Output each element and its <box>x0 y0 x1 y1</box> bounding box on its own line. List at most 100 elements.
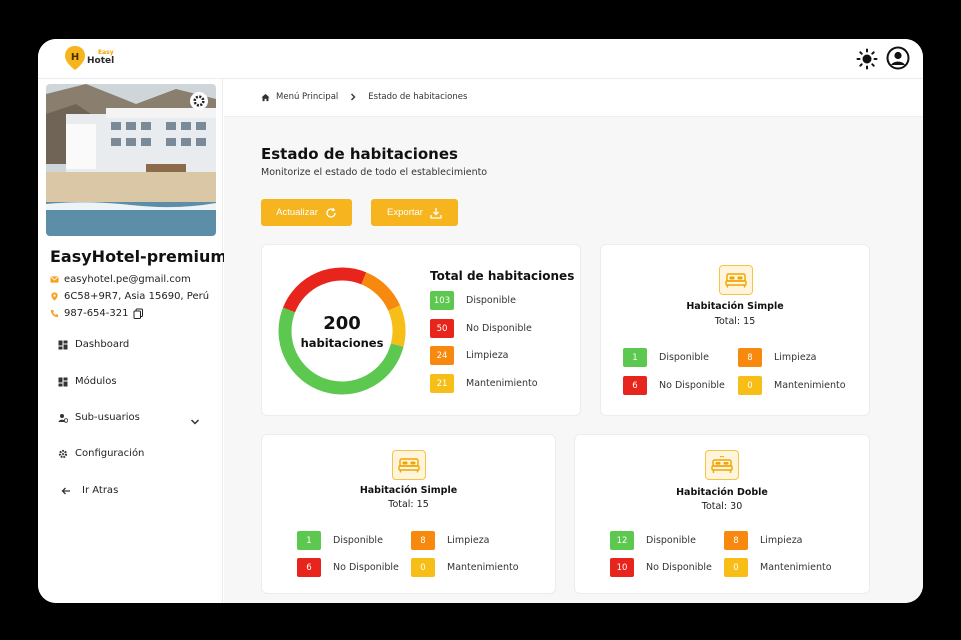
sidebar-item-ir-atras[interactable]: Ir Atras <box>61 485 118 496</box>
room-available-row: 1 Disponible <box>623 348 709 367</box>
available-count-badge: 1 <box>297 531 321 550</box>
status-label: Disponible <box>659 352 709 363</box>
unavailable-count-badge: 50 <box>430 319 454 338</box>
total-rooms-value: 200 <box>323 312 361 334</box>
sidebar-item-label: Ir Atras <box>82 485 119 496</box>
address-text: 6C58+9R7, Asia 15690, Perú <box>64 291 210 302</box>
breadcrumb-home[interactable]: Menú Principal <box>276 92 338 102</box>
room-title: Habitación Simple <box>686 301 784 312</box>
room-title: Habitación Doble <box>676 487 768 498</box>
logo[interactable]: H Easy Hotel <box>64 45 116 73</box>
theme-toggle-sun-icon[interactable] <box>856 48 878 70</box>
dashboard-icon <box>58 340 68 349</box>
sidebar-item-label: Dashboard <box>75 339 130 350</box>
phone-text: 987-654-321 <box>64 308 129 319</box>
status-label: No Disponible <box>646 562 712 573</box>
logo-small-text: Easy <box>98 49 114 56</box>
status-label: Mantenimiento <box>774 380 846 391</box>
hotel-name: EasyHotel-premium <box>50 247 228 266</box>
top-bar: H Easy Hotel <box>38 39 923 79</box>
email-row: easyhotel.pe@gmail.com <box>50 274 191 285</box>
logo-text: Hotel <box>87 56 115 66</box>
summary-row-label: No Disponible <box>466 323 532 334</box>
room-title: Habitación Simple <box>359 485 458 496</box>
sidebar-item-label: Sub-usuarios <box>75 412 140 423</box>
logo-pin-icon: H <box>65 46 85 70</box>
sidebar-item-dashboard[interactable]: Dashboard <box>58 339 129 350</box>
bed-icon <box>392 450 426 480</box>
email-text: easyhotel.pe@gmail.com <box>64 274 191 285</box>
maintenance-count-badge: 0 <box>411 558 435 577</box>
unavailable-count-badge: 6 <box>623 376 647 395</box>
cleaning-count-badge: 8 <box>738 348 762 367</box>
home-icon <box>261 93 270 101</box>
status-label: Disponible <box>333 535 383 546</box>
refresh-button[interactable]: Actualizar <box>261 199 352 226</box>
sidebar-item-sub-usuarios[interactable]: Sub-usuarios <box>58 412 140 423</box>
room-maintenance-row: 0 Mantenimiento <box>724 558 832 577</box>
hotel-photo <box>46 84 216 236</box>
sidebar: EasyHotel-premium easyhotel.pe@gmail.com… <box>38 79 227 603</box>
summary-row-unavailable: 50 No Disponible <box>430 319 532 338</box>
phone-icon <box>50 309 59 318</box>
export-button[interactable]: Exportar <box>371 199 458 226</box>
room-unavailable-row: 10 No Disponible <box>610 558 712 577</box>
photo-settings-gear-icon[interactable] <box>190 92 208 110</box>
double-bed-icon <box>705 450 739 480</box>
status-label: Limpieza <box>774 352 817 363</box>
refresh-icon <box>326 207 336 218</box>
status-donut-chart: 200 habitaciones <box>276 265 408 397</box>
summary-row-label: Limpieza <box>466 350 509 361</box>
status-label: No Disponible <box>659 380 725 391</box>
available-count-badge: 103 <box>430 291 454 310</box>
summary-title: Total de habitaciones <box>430 269 575 283</box>
gear-icon <box>58 449 68 458</box>
room-available-row: 1 Disponible <box>297 531 383 550</box>
room-total: Total: 30 <box>701 501 743 512</box>
sidebar-item-label: Configuración <box>75 448 145 459</box>
maintenance-count-badge: 0 <box>738 376 762 395</box>
address-row: 6C58+9R7, Asia 15690, Perú <box>50 291 209 302</box>
users-icon <box>58 413 68 423</box>
status-label: Mantenimiento <box>447 562 519 573</box>
breadcrumb-current: Estado de habitaciones <box>368 92 468 102</box>
available-count-badge: 1 <box>623 348 647 367</box>
summary-row-label: Mantenimiento <box>466 378 538 389</box>
summary-card: 200 habitaciones Total de habitaciones 1… <box>261 244 581 416</box>
room-card[interactable]: Habitación Simple Total: 15 1 Disponible… <box>261 434 556 594</box>
room-cleaning-row: 8 Limpieza <box>738 348 817 367</box>
user-account-icon[interactable] <box>886 46 910 70</box>
unavailable-count-badge: 6 <box>297 558 321 577</box>
room-card[interactable]: Habitación Simple Total: 15 1 Disponible… <box>600 244 870 416</box>
room-cleaning-row: 8 Limpieza <box>724 531 803 550</box>
mail-icon <box>50 276 59 283</box>
room-total: Total: 15 <box>388 499 429 510</box>
maintenance-count-badge: 0 <box>724 558 748 577</box>
copy-icon[interactable] <box>133 308 144 319</box>
status-label: Limpieza <box>447 535 490 546</box>
refresh-button-label: Actualizar <box>276 207 318 218</box>
breadcrumb-bar: Menú Principal Estado de habitaciones <box>224 79 923 117</box>
status-label: Disponible <box>646 535 696 546</box>
sidebar-item-modulos[interactable]: Módulos <box>58 376 117 387</box>
cleaning-count-badge: 8 <box>411 531 435 550</box>
summary-row-label: Disponible <box>466 295 516 306</box>
unavailable-count-badge: 10 <box>610 558 634 577</box>
status-label: No Disponible <box>333 562 399 573</box>
chevron-down-icon[interactable] <box>190 417 200 427</box>
summary-row-available: 103 Disponible <box>430 291 516 310</box>
donut-center: 200 habitaciones <box>276 265 408 397</box>
status-label: Mantenimiento <box>760 562 832 573</box>
main-content: Menú Principal Estado de habitaciones Es… <box>224 79 923 603</box>
room-maintenance-row: 0 Mantenimiento <box>411 558 519 577</box>
arrow-left-icon <box>61 487 70 494</box>
room-unavailable-row: 6 No Disponible <box>297 558 399 577</box>
room-available-row: 12 Disponible <box>610 531 696 550</box>
status-label: Limpieza <box>760 535 803 546</box>
sidebar-item-label: Módulos <box>75 376 117 387</box>
room-card[interactable]: Habitación Doble Total: 30 12 Disponible… <box>574 434 870 594</box>
phone-row: 987-654-321 <box>50 308 144 319</box>
total-rooms-label: habitaciones <box>300 335 384 350</box>
room-total: Total: 15 <box>714 316 756 327</box>
sidebar-item-configuracion[interactable]: Configuración <box>58 448 144 459</box>
